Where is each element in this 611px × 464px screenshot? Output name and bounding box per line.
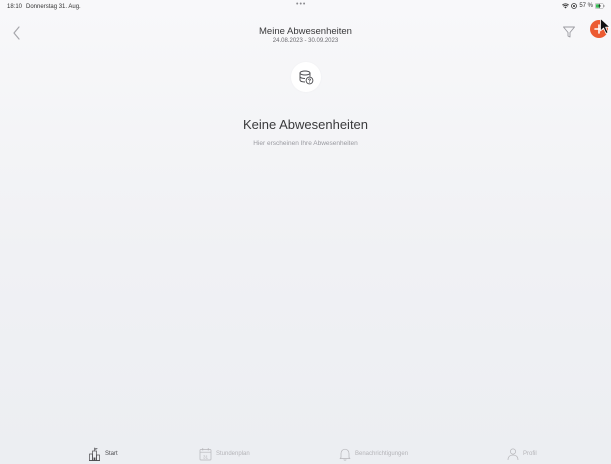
absence-database-icon	[299, 70, 314, 85]
location-lock-icon	[571, 3, 578, 9]
page-title: Meine Abwesenheiten	[259, 26, 352, 37]
battery-charging-icon	[595, 3, 605, 9]
empty-state-title: Keine Abwesenheiten	[242, 117, 369, 132]
empty-state-subtitle: Hier erscheinen Ihre Abwesenheiten	[253, 140, 358, 147]
bottom-tab-bar: Start 31 Stundenplan Benachrichtigungen …	[0, 444, 611, 464]
nav-header: Meine Abwesenheiten 24.08.2023 - 30.09.2…	[0, 18, 611, 48]
header-titles: Meine Abwesenheiten 24.08.2023 - 30.09.2…	[0, 26, 611, 44]
status-indicators: 57 %	[562, 3, 605, 9]
tab-stundenplan[interactable]: 31 Stundenplan	[199, 445, 250, 463]
empty-state-icon-circle	[291, 62, 321, 92]
filter-icon	[563, 26, 575, 38]
multitasking-dots[interactable]: •••	[296, 1, 306, 8]
wifi-icon	[562, 3, 570, 9]
tab-benachrichtigungen-label: Benachrichtigungen	[355, 451, 409, 457]
status-time: 18:10	[7, 4, 23, 10]
person-icon	[507, 448, 519, 461]
status-bar: 18:10 Donnerstag 31. Aug. ••• 57 %	[0, 0, 611, 14]
tab-profil[interactable]: Profil	[507, 445, 537, 463]
date-range: 24.08.2023 - 30.09.2023	[272, 38, 339, 44]
home-icon	[89, 447, 100, 461]
filter-button[interactable]	[562, 25, 576, 39]
calendar-icon: 31	[199, 448, 212, 461]
calendar-day-number: 31	[203, 454, 209, 459]
tab-start[interactable]: Start	[88, 445, 118, 463]
tab-start-label: Start	[105, 451, 118, 457]
tab-profil-label: Profil	[523, 451, 537, 457]
tab-stundenplan-label: Stundenplan	[216, 451, 250, 457]
status-time-date: 18:10 Donnerstag 31. Aug.	[7, 4, 85, 10]
mouse-cursor-icon	[600, 18, 611, 34]
battery-percentage: 57 %	[579, 3, 593, 9]
tab-benachrichtigungen[interactable]: Benachrichtigungen	[339, 445, 408, 463]
bell-icon	[339, 448, 351, 461]
status-date: Donnerstag 31. Aug.	[26, 4, 81, 10]
